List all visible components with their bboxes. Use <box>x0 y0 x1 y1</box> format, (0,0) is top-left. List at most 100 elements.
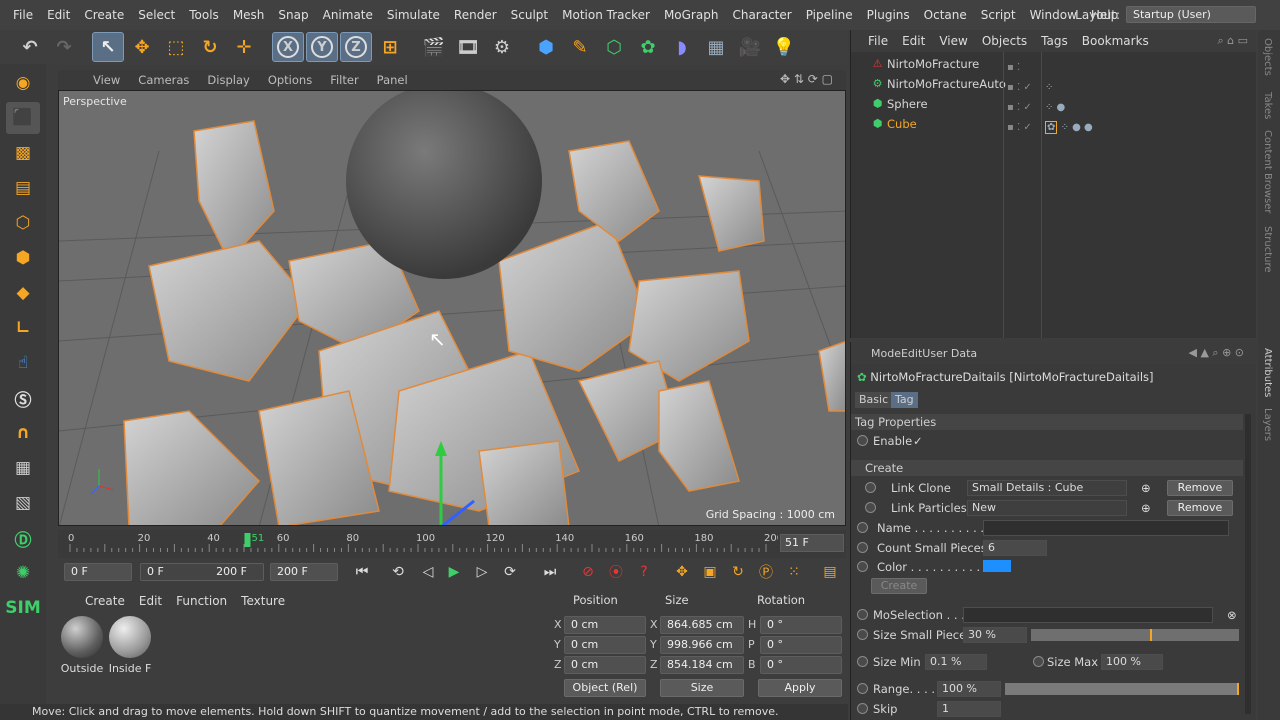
attribute-nav-icons[interactable]: ◀ ▲ ⌕ ⊕ ⊙ <box>1189 346 1245 360</box>
apply-button[interactable]: Apply <box>758 679 842 697</box>
viewport-menu-view[interactable]: View <box>84 73 129 87</box>
coordinate-mode-dropdown[interactable]: Object (Rel) <box>564 679 646 697</box>
coordinate-system-icon[interactable]: ⊞ <box>374 32 406 62</box>
pos-x-field[interactable]: 0 cm <box>564 616 646 634</box>
count-small-pieces-field[interactable]: 6 <box>983 540 1047 556</box>
viewport-perspective[interactable]: ↖ Perspective Grid Spacing : 1000 cm <box>58 90 846 526</box>
go-to-end-icon[interactable]: ⏭ <box>538 561 562 583</box>
snap-icon[interactable]: Ⓢ <box>6 382 40 414</box>
planar-workplane-icon[interactable]: ▧ <box>6 487 40 519</box>
model-mode-icon[interactable]: ⬛ <box>6 102 40 134</box>
remove-clone-button[interactable]: Remove <box>1167 480 1233 496</box>
render-view-icon[interactable]: 🎬 <box>418 32 450 62</box>
moselection-field[interactable] <box>963 607 1213 623</box>
viewport-menu-display[interactable]: Display <box>198 73 258 87</box>
camera-icon[interactable]: 🎥 <box>734 32 766 62</box>
menu-plugins[interactable]: Plugins <box>860 8 917 22</box>
object-menu-edit[interactable]: Edit <box>895 34 932 48</box>
subdivision-icon[interactable]: ⬡ <box>598 32 630 62</box>
viewport-nav-icons[interactable]: ✥ ⇅ ⟳ ▢ <box>780 72 833 86</box>
prev-frame-icon[interactable]: ◁ <box>416 561 440 583</box>
axis-mode-icon[interactable]: ∟ <box>6 312 40 344</box>
plugin-d-icon[interactable]: Ⓓ <box>6 522 40 554</box>
menu-render[interactable]: Render <box>447 8 504 22</box>
pos-z-field[interactable]: 0 cm <box>564 656 646 674</box>
redo-icon[interactable]: ↷ <box>48 32 80 62</box>
rot-p-field[interactable]: 0 ° <box>760 636 842 654</box>
timeline-window-icon[interactable]: ▤ <box>818 561 842 583</box>
size-y-field[interactable]: 998.966 cm <box>660 636 744 654</box>
size-z-field[interactable]: 854.184 cm <box>660 656 744 674</box>
side-tab-attributes[interactable]: Attributes <box>1262 348 1273 397</box>
side-tab-content-browser[interactable]: Content Browser <box>1262 130 1273 213</box>
enable-checkbox[interactable]: ✓ <box>913 432 923 450</box>
end-frame-field[interactable]: 200 F <box>270 563 338 581</box>
material-menu-create[interactable]: Create <box>78 594 132 608</box>
next-frame-icon[interactable]: ▷ <box>470 561 494 583</box>
viewport-menu-panel[interactable]: Panel <box>368 73 417 87</box>
pos-y-field[interactable]: 0 cm <box>564 636 646 654</box>
magnet-icon[interactable]: ∩ <box>6 417 40 449</box>
current-frame-field[interactable]: 51 F <box>780 534 844 552</box>
sim-icon[interactable]: SIM <box>5 592 41 624</box>
live-select-icon[interactable]: ↖ <box>92 32 124 62</box>
skip-field[interactable]: 1 <box>937 701 1001 717</box>
layout-selector[interactable]: Layout: Startup (User) <box>1075 6 1256 23</box>
size-small-pieces-slider[interactable] <box>1031 629 1239 641</box>
menu-simulate[interactable]: Simulate <box>380 8 447 22</box>
link-clone-field[interactable]: Small Details : Cube <box>967 480 1127 496</box>
rot-b-field[interactable]: 0 ° <box>760 656 842 674</box>
menu-octane[interactable]: Octane <box>917 8 974 22</box>
object-manager-tool-icons[interactable]: ⌕ ⌂ ▭ <box>1217 34 1248 48</box>
render-picture-viewer-icon[interactable]: 🎞 <box>452 32 484 62</box>
menu-script[interactable]: Script <box>974 8 1023 22</box>
points-mode-icon[interactable]: ⬡ <box>6 207 40 239</box>
create-button[interactable]: Create <box>871 578 927 594</box>
menu-snap[interactable]: Snap <box>271 8 315 22</box>
viewport-menu-cameras[interactable]: Cameras <box>129 73 198 87</box>
material-menu-function[interactable]: Function <box>169 594 234 608</box>
menu-create[interactable]: Create <box>77 8 131 22</box>
side-tab-layers[interactable]: Layers <box>1262 408 1273 441</box>
menu-character[interactable]: Character <box>725 8 798 22</box>
viewport-menu-options[interactable]: Options <box>259 73 321 87</box>
object-tags[interactable]: ⁘ ⁘ ● ✿ ⁘ ● ● <box>1045 78 1093 138</box>
material-menu-texture[interactable]: Texture <box>234 594 292 608</box>
size-min-field[interactable]: 0.1 % <box>925 654 987 670</box>
link-pick-icon[interactable]: ⊕ <box>1141 499 1151 517</box>
timeline[interactable]: 0 20 40 51 60 80 100 120 140 160 180 200 <box>58 530 846 558</box>
rot-h-field[interactable]: 0 ° <box>760 616 842 634</box>
deformer-icon[interactable]: ◗ <box>666 32 698 62</box>
attribute-menu-mode[interactable]: Mode <box>871 347 901 360</box>
visibility-toggles[interactable]: ▪ ⁚ ▪ ⁚ ✓ ▪ ⁚ ✓ ▪ ⁚ ✓ <box>1007 58 1032 138</box>
key-parameter-icon[interactable]: Ⓟ <box>754 561 778 583</box>
viewport-menu-filter[interactable]: Filter <box>321 73 367 87</box>
layout-dropdown[interactable]: Startup (User) <box>1126 6 1256 23</box>
side-tab-takes[interactable]: Takes <box>1262 92 1273 119</box>
floor-icon[interactable]: ▦ <box>700 32 732 62</box>
undo-icon[interactable]: ↶ <box>14 32 46 62</box>
keyframe-selection-icon[interactable]: ? <box>632 561 656 583</box>
transform-icon[interactable]: ✛ <box>228 32 260 62</box>
size-x-field[interactable]: 864.685 cm <box>660 616 744 634</box>
color-swatch[interactable] <box>983 560 1011 572</box>
polygons-mode-icon[interactable]: ◆ <box>6 277 40 309</box>
size-small-pieces-field[interactable]: 30 % <box>963 627 1027 643</box>
edit-render-settings-icon[interactable]: ⚙ <box>486 32 518 62</box>
make-editable-icon[interactable]: ◉ <box>6 67 40 99</box>
workplane-mode-icon[interactable]: ▤ <box>6 172 40 204</box>
object-menu-bookmarks[interactable]: Bookmarks <box>1075 34 1156 48</box>
material-menu-edit[interactable]: Edit <box>132 594 169 608</box>
autokey-icon[interactable]: ⦿ <box>604 561 628 583</box>
z-axis-icon[interactable]: Z <box>340 32 372 62</box>
range-slider[interactable] <box>1005 683 1239 695</box>
object-row-nirtomofracture[interactable]: ⚠ NirtoMoFracture <box>851 54 1257 74</box>
attribute-menu-edit[interactable]: Edit <box>901 347 922 360</box>
menu-select[interactable]: Select <box>131 8 182 22</box>
menu-animate[interactable]: Animate <box>316 8 380 22</box>
menu-pipeline[interactable]: Pipeline <box>799 8 860 22</box>
menu-file[interactable]: File <box>6 8 40 22</box>
pen-icon[interactable]: ✎ <box>564 32 596 62</box>
cube-icon[interactable]: ⬢ <box>530 32 562 62</box>
light-icon[interactable]: 💡 <box>768 32 800 62</box>
